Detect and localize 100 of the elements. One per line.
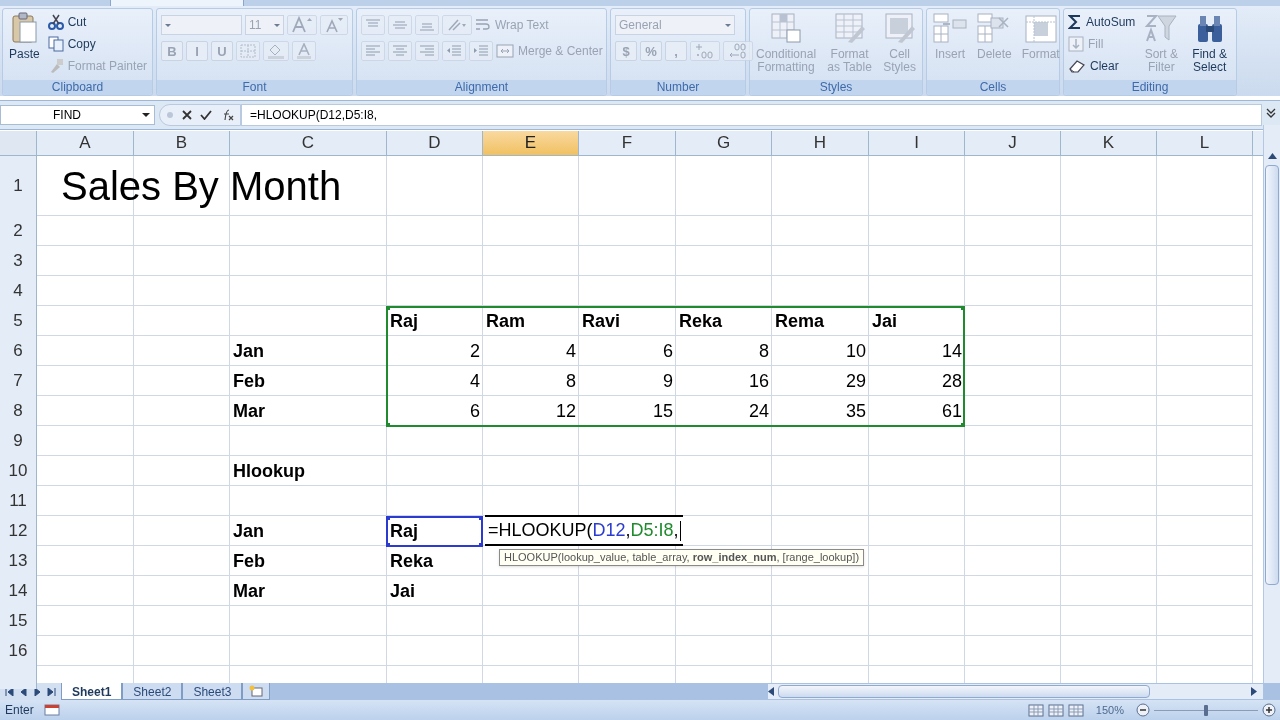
row-header[interactable]: 14 xyxy=(0,576,37,606)
table-cell[interactable]: 10 xyxy=(772,336,869,366)
row-header[interactable]: 11 xyxy=(0,486,37,516)
next-sheet-icon[interactable] xyxy=(33,687,42,696)
table-cell[interactable]: 28 xyxy=(869,366,965,396)
scroll-up-icon[interactable] xyxy=(1267,153,1277,159)
row-header[interactable]: 7 xyxy=(0,366,37,396)
horizontal-scrollbar[interactable] xyxy=(768,684,1263,699)
zoom-slider-thumb[interactable] xyxy=(1204,704,1208,716)
row-header[interactable]: 13 xyxy=(0,546,37,576)
table-cell[interactable]: Mar xyxy=(230,576,387,606)
table-cell[interactable]: 14 xyxy=(869,336,965,366)
row-header[interactable]: 12 xyxy=(0,516,37,546)
column-header[interactable]: B xyxy=(134,131,230,155)
row-header[interactable]: 10 xyxy=(0,456,37,486)
ribbon-button[interactable]: Paste xyxy=(7,12,42,61)
row-header[interactable]: 5 xyxy=(0,306,37,336)
formula-field[interactable]: =HLOOKUP(D12,D5:I8, xyxy=(241,104,1262,126)
expand-icon[interactable] xyxy=(1266,108,1276,118)
column-header[interactable]: H xyxy=(772,131,869,155)
cell-editor[interactable]: =HLOOKUP(D12,D5:I8, xyxy=(485,515,683,546)
table-cell[interactable]: Jai xyxy=(869,306,965,336)
scroll-left-icon[interactable] xyxy=(768,687,774,696)
table-cell[interactable]: Raj xyxy=(387,306,483,336)
table-cell[interactable]: Feb xyxy=(230,546,387,576)
zoom-in-icon[interactable] xyxy=(1262,703,1276,717)
table-cell[interactable]: 15 xyxy=(579,396,676,426)
macro-record-icon[interactable] xyxy=(44,704,60,716)
row-header[interactable]: 9 xyxy=(0,426,37,456)
table-cell[interactable]: 4 xyxy=(483,336,579,366)
page-break-icon[interactable] xyxy=(1067,703,1084,717)
column-header[interactable]: G xyxy=(676,131,772,155)
scroll-thumb[interactable] xyxy=(1265,165,1279,585)
column-header[interactable]: F xyxy=(579,131,676,155)
caret-icon xyxy=(274,23,280,27)
table-cell[interactable]: 16 xyxy=(676,366,772,396)
table-cell[interactable]: Mar xyxy=(230,396,387,426)
table-cell[interactable]: 6 xyxy=(387,396,483,426)
column-header[interactable]: C xyxy=(230,131,387,155)
table-cell[interactable]: Jan xyxy=(230,336,387,366)
table-cell[interactable]: 8 xyxy=(483,366,579,396)
table-cell[interactable]: Jai xyxy=(387,576,483,606)
table-cell[interactable]: Jan xyxy=(230,516,387,546)
select-all-corner[interactable] xyxy=(0,131,37,155)
name-box[interactable]: FIND xyxy=(0,105,155,125)
row-header[interactable]: 15 xyxy=(0,606,37,636)
ribbon-button[interactable]: Copy xyxy=(47,34,148,54)
column-header[interactable]: A xyxy=(37,131,134,155)
table-cell[interactable]: Reka xyxy=(676,306,772,336)
row-header[interactable]: 8 xyxy=(0,396,37,426)
column-header[interactable]: I xyxy=(869,131,965,155)
table-cell[interactable]: Reka xyxy=(387,546,483,576)
zoom-out-icon[interactable] xyxy=(1136,703,1150,717)
sheet-tab[interactable]: Sheet3 xyxy=(182,683,243,700)
column-header[interactable]: K xyxy=(1061,131,1157,155)
row-header[interactable]: 1 xyxy=(0,156,37,216)
column-header[interactable]: J xyxy=(965,131,1061,155)
ribbon-button[interactable]: Clear xyxy=(1068,56,1136,76)
table-cell[interactable]: 2 xyxy=(387,336,483,366)
ribbon-button[interactable]: Cut xyxy=(47,12,148,32)
table-cell[interactable]: 61 xyxy=(869,396,965,426)
table-cell[interactable]: Ravi xyxy=(579,306,676,336)
sheet-tab[interactable]: Sheet2 xyxy=(122,683,183,700)
table-cell[interactable]: 6 xyxy=(579,336,676,366)
new-sheet-tab[interactable] xyxy=(242,683,271,700)
table-cell[interactable]: Ram xyxy=(483,306,579,336)
scroll-thumb[interactable] xyxy=(778,685,1150,698)
row-header[interactable]: 2 xyxy=(0,216,37,246)
page-layout-icon[interactable] xyxy=(1047,703,1064,717)
ribbon-button[interactable]: AutoSum xyxy=(1068,12,1136,32)
vertical-scrollbar[interactable] xyxy=(1263,125,1280,683)
ribbon-button[interactable]: Find & Select xyxy=(1187,12,1232,74)
zoom-level[interactable]: 150% xyxy=(1095,701,1124,719)
table-cell[interactable]: 4 xyxy=(387,366,483,396)
table-cell[interactable]: 12 xyxy=(483,396,579,426)
table-cell[interactable]: Feb xyxy=(230,366,387,396)
table-cell[interactable]: 8 xyxy=(676,336,772,366)
fill-bucket-icon xyxy=(267,43,285,59)
table-cell[interactable]: Hlookup xyxy=(230,456,387,486)
table-cell[interactable]: 29 xyxy=(772,366,869,396)
row-header[interactable]: 16 xyxy=(0,636,37,666)
row-header[interactable]: 6 xyxy=(0,336,37,366)
table-cell[interactable]: Sales By Month xyxy=(37,156,387,216)
table-cell[interactable]: 35 xyxy=(772,396,869,426)
table-cell[interactable]: Rema xyxy=(772,306,869,336)
last-sheet-icon[interactable] xyxy=(47,687,56,696)
row-header[interactable]: 4 xyxy=(0,276,37,306)
first-sheet-icon[interactable] xyxy=(5,687,14,696)
scroll-right-icon[interactable] xyxy=(1251,687,1257,696)
check-icon[interactable] xyxy=(200,110,212,120)
sheet-tab[interactable]: Sheet1 xyxy=(61,683,123,700)
table-cell[interactable]: Raj xyxy=(387,516,483,546)
column-header[interactable]: E xyxy=(483,131,579,155)
table-cell[interactable]: 9 xyxy=(579,366,676,396)
table-cell[interactable]: 24 xyxy=(676,396,772,426)
normal-view-icon[interactable] xyxy=(1027,703,1044,717)
column-header[interactable]: L xyxy=(1157,131,1253,155)
row-header[interactable]: 3 xyxy=(0,246,37,276)
previous-sheet-icon[interactable] xyxy=(19,687,28,696)
cancel-icon[interactable] xyxy=(182,110,192,120)
